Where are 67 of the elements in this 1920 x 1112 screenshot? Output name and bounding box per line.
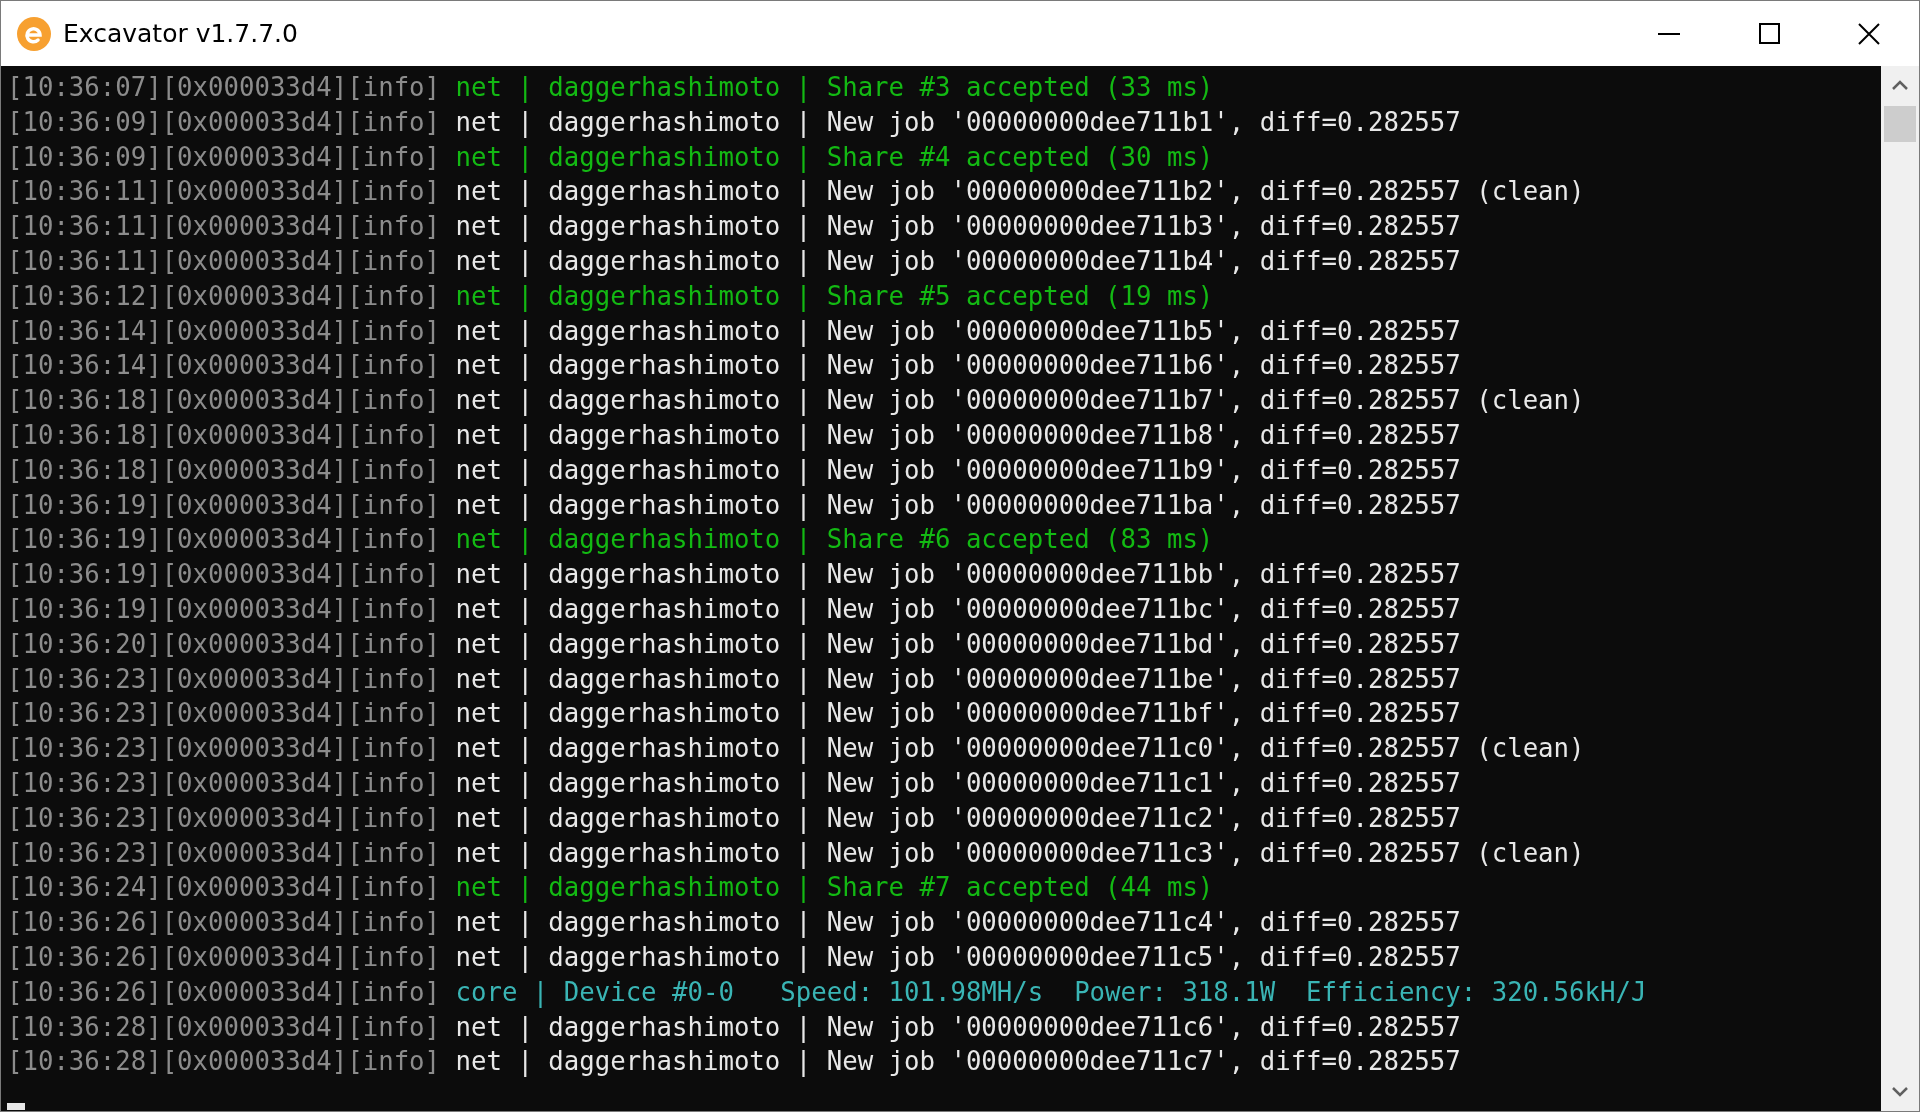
log-message: net | daggerhashimoto | Share #6 accepted (83 ms) <box>455 523 1214 557</box>
log-message: net | daggerhashimoto | New job '00000000dee711c2', diff=0.282557 <box>455 801 1461 836</box>
log-prefix: [10:36:19][0x000033d4][info] <box>7 523 441 557</box>
log-message: net | daggerhashimoto | New job '00000000dee711c5', diff=0.282557 <box>455 940 1461 975</box>
log-prefix: [10:36:23][0x000033d4][info] <box>7 662 441 696</box>
log-prefix: [10:36:11][0x000033d4][info] <box>7 245 441 278</box>
log-message: net | daggerhashimoto | New job '00000000dee711ba', diff=0.282557 <box>455 488 1461 523</box>
chevron-down-icon <box>1892 1087 1908 1097</box>
log-prefix: [10:36:11][0x000033d4][info] <box>7 210 441 244</box>
log-prefix: [10:36:19][0x000033d4][info] <box>7 488 441 522</box>
log-prefix: [10:36:18][0x000033d4][info] <box>7 384 441 418</box>
log-message: net | daggerhashimoto | New job '00000000dee711b4', diff=0.282557 <box>455 245 1461 279</box>
log-message: net | daggerhashimoto | New job '00000000dee711bb', diff=0.282557 <box>455 558 1461 592</box>
log-message: net | daggerhashimoto | New job '00000000dee711b8', diff=0.282557 <box>455 418 1461 453</box>
log-message: net | daggerhashimoto | New job '00000000dee711bc', diff=0.282557 <box>455 592 1461 627</box>
minimize-icon <box>1658 32 1680 35</box>
log-prefix: [10:36:26][0x000033d4][info] <box>7 940 441 974</box>
log-message: net | daggerhashimoto | New job '00000000dee711c6', diff=0.282557 <box>455 1010 1461 1045</box>
log-message: net | daggerhashimoto | New job '00000000dee711c1', diff=0.282557 <box>455 766 1461 801</box>
log-prefix: [10:36:09][0x000033d4][info] <box>7 140 441 174</box>
close-icon <box>1858 22 1880 45</box>
app-logo-icon <box>17 16 51 51</box>
log-prefix: [10:36:12][0x000033d4][info] <box>7 279 441 313</box>
log-prefix: [10:36:24][0x000033d4][info] <box>7 871 441 905</box>
log-prefix: [10:36:26][0x000033d4][info] <box>7 906 441 940</box>
log-prefix: [10:36:23][0x000033d4][info] <box>7 697 441 731</box>
log-message: net | daggerhashimoto | New job '00000000dee711b6', diff=0.282557 <box>455 349 1461 383</box>
log-message: net | daggerhashimoto | New job '00000000dee711b2', diff=0.282557 (clean) <box>455 175 1585 209</box>
log-message: net | daggerhashimoto | New job '00000000dee711bd', diff=0.282557 <box>455 627 1461 662</box>
log-prefix: [10:36:23][0x000033d4][info] <box>7 732 441 766</box>
log-prefix: [10:36:23][0x000033d4][info] <box>7 766 441 800</box>
log-prefix: [10:36:07][0x000033d4][info] <box>7 71 441 104</box>
log-message: net | daggerhashimoto | Share #7 accepted (44 ms) <box>455 871 1214 905</box>
log-prefix: [10:36:18][0x000033d4][info] <box>7 453 441 487</box>
log-message: net | daggerhashimoto | New job '00000000dee711c3', diff=0.282557 (clean) <box>455 836 1585 871</box>
log-prefix: [10:36:28][0x000033d4][info] <box>7 1045 441 1079</box>
scrollbar-thumb[interactable] <box>1884 106 1916 142</box>
log-message: net | daggerhashimoto | New job '00000000dee711c0', diff=0.282557 (clean) <box>455 732 1585 766</box>
log-message: net | daggerhashimoto | New job '00000000dee711c7', diff=0.282557 <box>455 1045 1461 1079</box>
window-title: Excavator v1.7.7.0 <box>63 19 299 48</box>
log-message: net | daggerhashimoto | New job '00000000dee711b5', diff=0.282557 <box>455 314 1461 349</box>
log-message: net | daggerhashimoto | New job '00000000dee711b1', diff=0.282557 <box>455 105 1461 140</box>
log-prefix: [10:36:20][0x000033d4][info] <box>7 627 441 661</box>
log-message: net | daggerhashimoto | New job '00000000dee711be', diff=0.282557 <box>455 662 1461 697</box>
log-message: core | Device #0-0 Speed: 101.98MH/s Power: 318.1W Efficiency: 320.56kH/J <box>455 975 1647 1010</box>
log-prefix: [10:36:19][0x000033d4][info] <box>7 592 441 626</box>
log-prefix: [10:36:14][0x000033d4][info] <box>7 314 441 348</box>
log-message: net | daggerhashimoto | Share #4 accepted (30 ms) <box>455 140 1214 175</box>
maximize-icon <box>1758 23 1780 44</box>
scrollbar[interactable] <box>1881 66 1919 1111</box>
log-message: net | daggerhashimoto | Share #3 accepted (33 ms) <box>455 71 1214 105</box>
log-prefix: [10:36:14][0x000033d4][info] <box>7 349 441 383</box>
log-message: net | daggerhashimoto | Share #5 accepted (19 ms) <box>455 279 1214 314</box>
chevron-up-icon <box>1892 80 1908 90</box>
log-prefix: [10:36:23][0x000033d4][info] <box>7 836 441 870</box>
log-prefix: [10:36:11][0x000033d4][info] <box>7 175 441 209</box>
log-message: net | daggerhashimoto | New job '00000000dee711c4', diff=0.282557 <box>455 906 1461 940</box>
log-message: net | daggerhashimoto | New job '00000000dee711b3', diff=0.282557 <box>455 210 1461 244</box>
log-prefix: [10:36:23][0x000033d4][info] <box>7 801 441 835</box>
log-prefix: [10:36:09][0x000033d4][info] <box>7 105 441 139</box>
log-prefix: [10:36:19][0x000033d4][info] <box>7 558 441 592</box>
log-message: net | daggerhashimoto | New job '00000000dee711bf', diff=0.282557 <box>455 697 1461 731</box>
log-prefix: [10:36:18][0x000033d4][info] <box>7 418 441 452</box>
log-prefix: [10:36:28][0x000033d4][info] <box>7 1010 441 1044</box>
log-message: net | daggerhashimoto | New job '00000000dee711b9', diff=0.282557 <box>455 453 1461 488</box>
log-prefix: [10:36:26][0x000033d4][info] <box>7 975 441 1009</box>
log-message: net | daggerhashimoto | New job '00000000dee711b7', diff=0.282557 (clean) <box>455 384 1585 418</box>
